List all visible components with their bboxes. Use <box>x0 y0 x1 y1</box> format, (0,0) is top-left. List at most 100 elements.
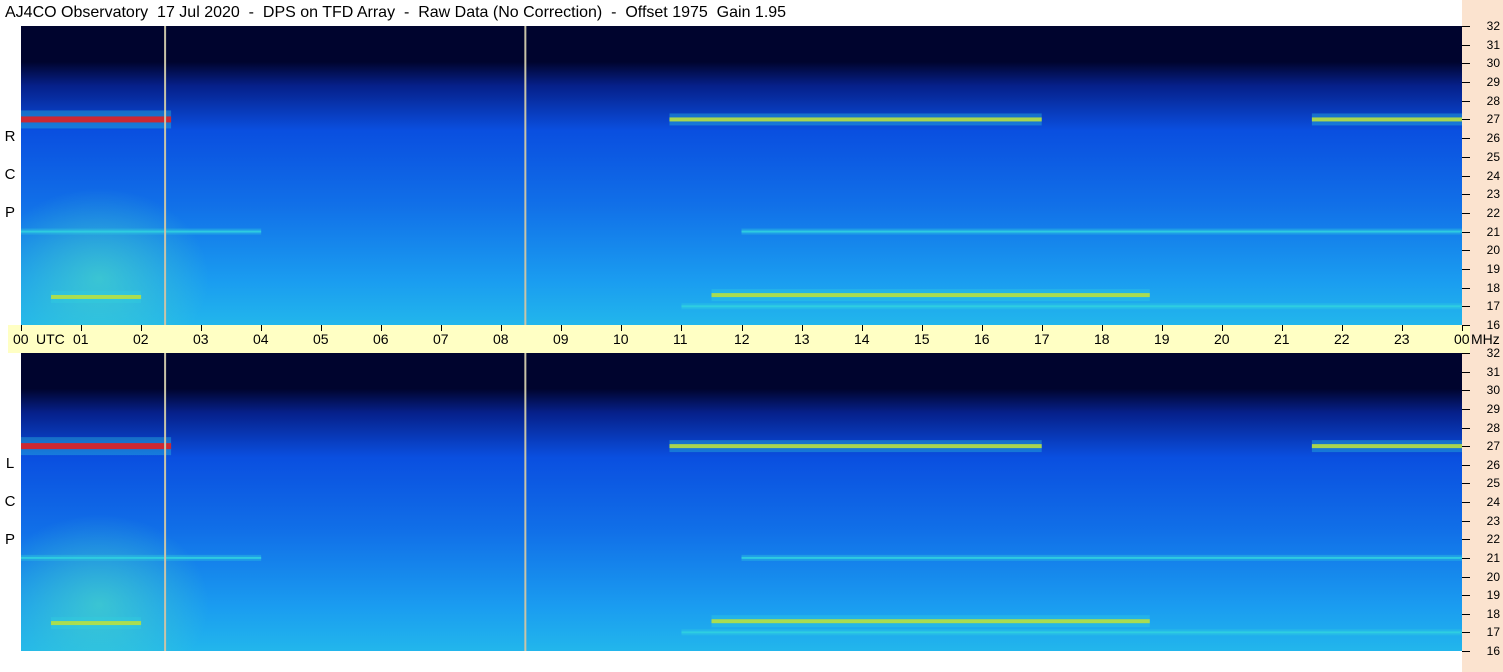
emission-band <box>711 619 1150 624</box>
time-tick-label: 19 <box>1154 331 1170 347</box>
time-tick-label: 20 <box>1214 331 1230 347</box>
time-tick-label: 15 <box>914 331 930 347</box>
frequency-tick-mark <box>1462 632 1470 633</box>
time-tick-label: 21 <box>1274 331 1290 347</box>
time-tick-label: 10 <box>613 331 629 347</box>
time-tick-label: 03 <box>193 331 209 347</box>
frequency-tick-label: 22 <box>1486 206 1500 220</box>
marker-line <box>164 26 167 325</box>
frequency-tick-mark <box>1462 558 1470 559</box>
frequency-tick-mark <box>1462 372 1470 373</box>
frequency-tick-mark <box>1462 595 1470 596</box>
time-tick-label: 00 <box>13 331 29 347</box>
spectrogram-svg <box>21 353 1462 651</box>
frequency-tick-mark <box>1462 502 1470 503</box>
frequency-tick-label: 29 <box>1486 402 1500 416</box>
frequency-tick-label: 17 <box>1486 299 1500 313</box>
frequency-tick-label: 24 <box>1486 169 1500 183</box>
frequency-tick-label: 28 <box>1486 421 1500 435</box>
frequency-tick-label: 25 <box>1486 150 1500 164</box>
frequency-tick-mark <box>1462 409 1470 410</box>
emission-band <box>21 230 262 233</box>
frequency-tick-mark <box>1462 539 1470 540</box>
frequency-tick-label: 26 <box>1486 458 1500 472</box>
frequency-tick-label: 27 <box>1486 112 1500 126</box>
emission-band <box>669 444 1042 449</box>
frequency-tick-label: 32 <box>1486 19 1500 33</box>
frequency-tick-mark <box>1462 26 1470 27</box>
emission-band <box>51 294 142 299</box>
frequency-tick-label: 24 <box>1486 495 1500 509</box>
time-tick-label: 07 <box>433 331 449 347</box>
frequency-tick-mark <box>1462 232 1470 233</box>
lcp-panel-label: L C P <box>2 445 18 559</box>
frequency-tick-label: 28 <box>1486 94 1500 108</box>
time-tick-label: 16 <box>974 331 990 347</box>
frequency-tick-mark <box>1462 194 1470 195</box>
panel-label-letter: P <box>4 531 15 548</box>
emission-band <box>21 556 262 559</box>
time-tick-label: 22 <box>1334 331 1350 347</box>
rcp-spectrogram-panel <box>21 26 1462 325</box>
frequency-tick-mark <box>1462 614 1470 615</box>
frequency-tick-label: 32 <box>1486 346 1500 360</box>
spectrogram-background <box>21 26 1462 325</box>
frequency-tick-label: 21 <box>1486 225 1500 239</box>
time-tick-label: 12 <box>734 331 750 347</box>
frequency-tick-label: 29 <box>1486 75 1500 89</box>
frequency-tick-label: 20 <box>1486 570 1500 584</box>
frequency-tick-mark <box>1462 82 1470 83</box>
time-tick-label: 13 <box>794 331 810 347</box>
frequency-tick-mark <box>1462 176 1470 177</box>
frequency-tick-label: 23 <box>1486 514 1500 528</box>
frequency-unit-label: MHz <box>1471 331 1500 347</box>
time-tick-label: 14 <box>854 331 870 347</box>
time-tick-label: 06 <box>373 331 389 347</box>
time-tick-label: 02 <box>133 331 149 347</box>
emission-band <box>51 621 142 626</box>
frequency-tick-label: 21 <box>1486 551 1500 565</box>
frequency-tick-mark <box>1462 45 1470 46</box>
time-tick-label: 23 <box>1394 331 1410 347</box>
time-tick-label: 00 <box>1454 331 1470 347</box>
frequency-tick-mark <box>1462 483 1470 484</box>
frequency-tick-mark <box>1462 288 1470 289</box>
frequency-tick-label: 17 <box>1486 625 1500 639</box>
panel-label-letter: C <box>4 166 16 183</box>
lcp-spectrogram-panel <box>21 353 1462 651</box>
time-tick-label: 11 <box>673 331 688 347</box>
frequency-tick-label: 27 <box>1486 439 1500 453</box>
chart-title: AJ4CO Observatory 17 Jul 2020 - DPS on T… <box>5 4 787 21</box>
time-tick-label: 04 <box>253 331 269 347</box>
frequency-tick-mark <box>1462 157 1470 158</box>
frequency-tick-label: 31 <box>1486 38 1500 52</box>
frequency-tick-label: 25 <box>1486 476 1500 490</box>
spectrogram-background <box>21 353 1462 651</box>
rcp-panel-label: R C P <box>2 118 18 232</box>
frequency-tick-label: 22 <box>1486 532 1500 546</box>
frequency-tick-label: 31 <box>1486 365 1500 379</box>
frequency-tick-label: 16 <box>1486 318 1500 332</box>
spectrogram-svg <box>21 26 1462 325</box>
frequency-tick-mark <box>1462 63 1470 64</box>
emission-band <box>741 230 1462 233</box>
emission-band <box>669 117 1042 122</box>
frequency-tick-mark <box>1462 325 1470 326</box>
frequency-tick-mark <box>1462 428 1470 429</box>
frequency-tick-mark <box>1462 521 1470 522</box>
utc-label: UTC <box>36 331 65 347</box>
frequency-tick-mark <box>1462 446 1470 447</box>
marker-line <box>524 26 527 325</box>
frequency-tick-mark <box>1462 353 1470 354</box>
frequency-tick-label: 30 <box>1486 383 1500 397</box>
panel-label-letter: C <box>4 493 16 510</box>
marker-line <box>524 353 527 651</box>
frequency-tick-mark <box>1462 306 1470 307</box>
frequency-tick-mark <box>1462 138 1470 139</box>
panel-label-letter: L <box>5 455 15 472</box>
time-tick-label: 18 <box>1094 331 1110 347</box>
frequency-tick-mark <box>1462 119 1470 120</box>
emission-band <box>711 293 1150 298</box>
time-tick-label: 17 <box>1034 331 1050 347</box>
frequency-tick-label: 20 <box>1486 243 1500 257</box>
